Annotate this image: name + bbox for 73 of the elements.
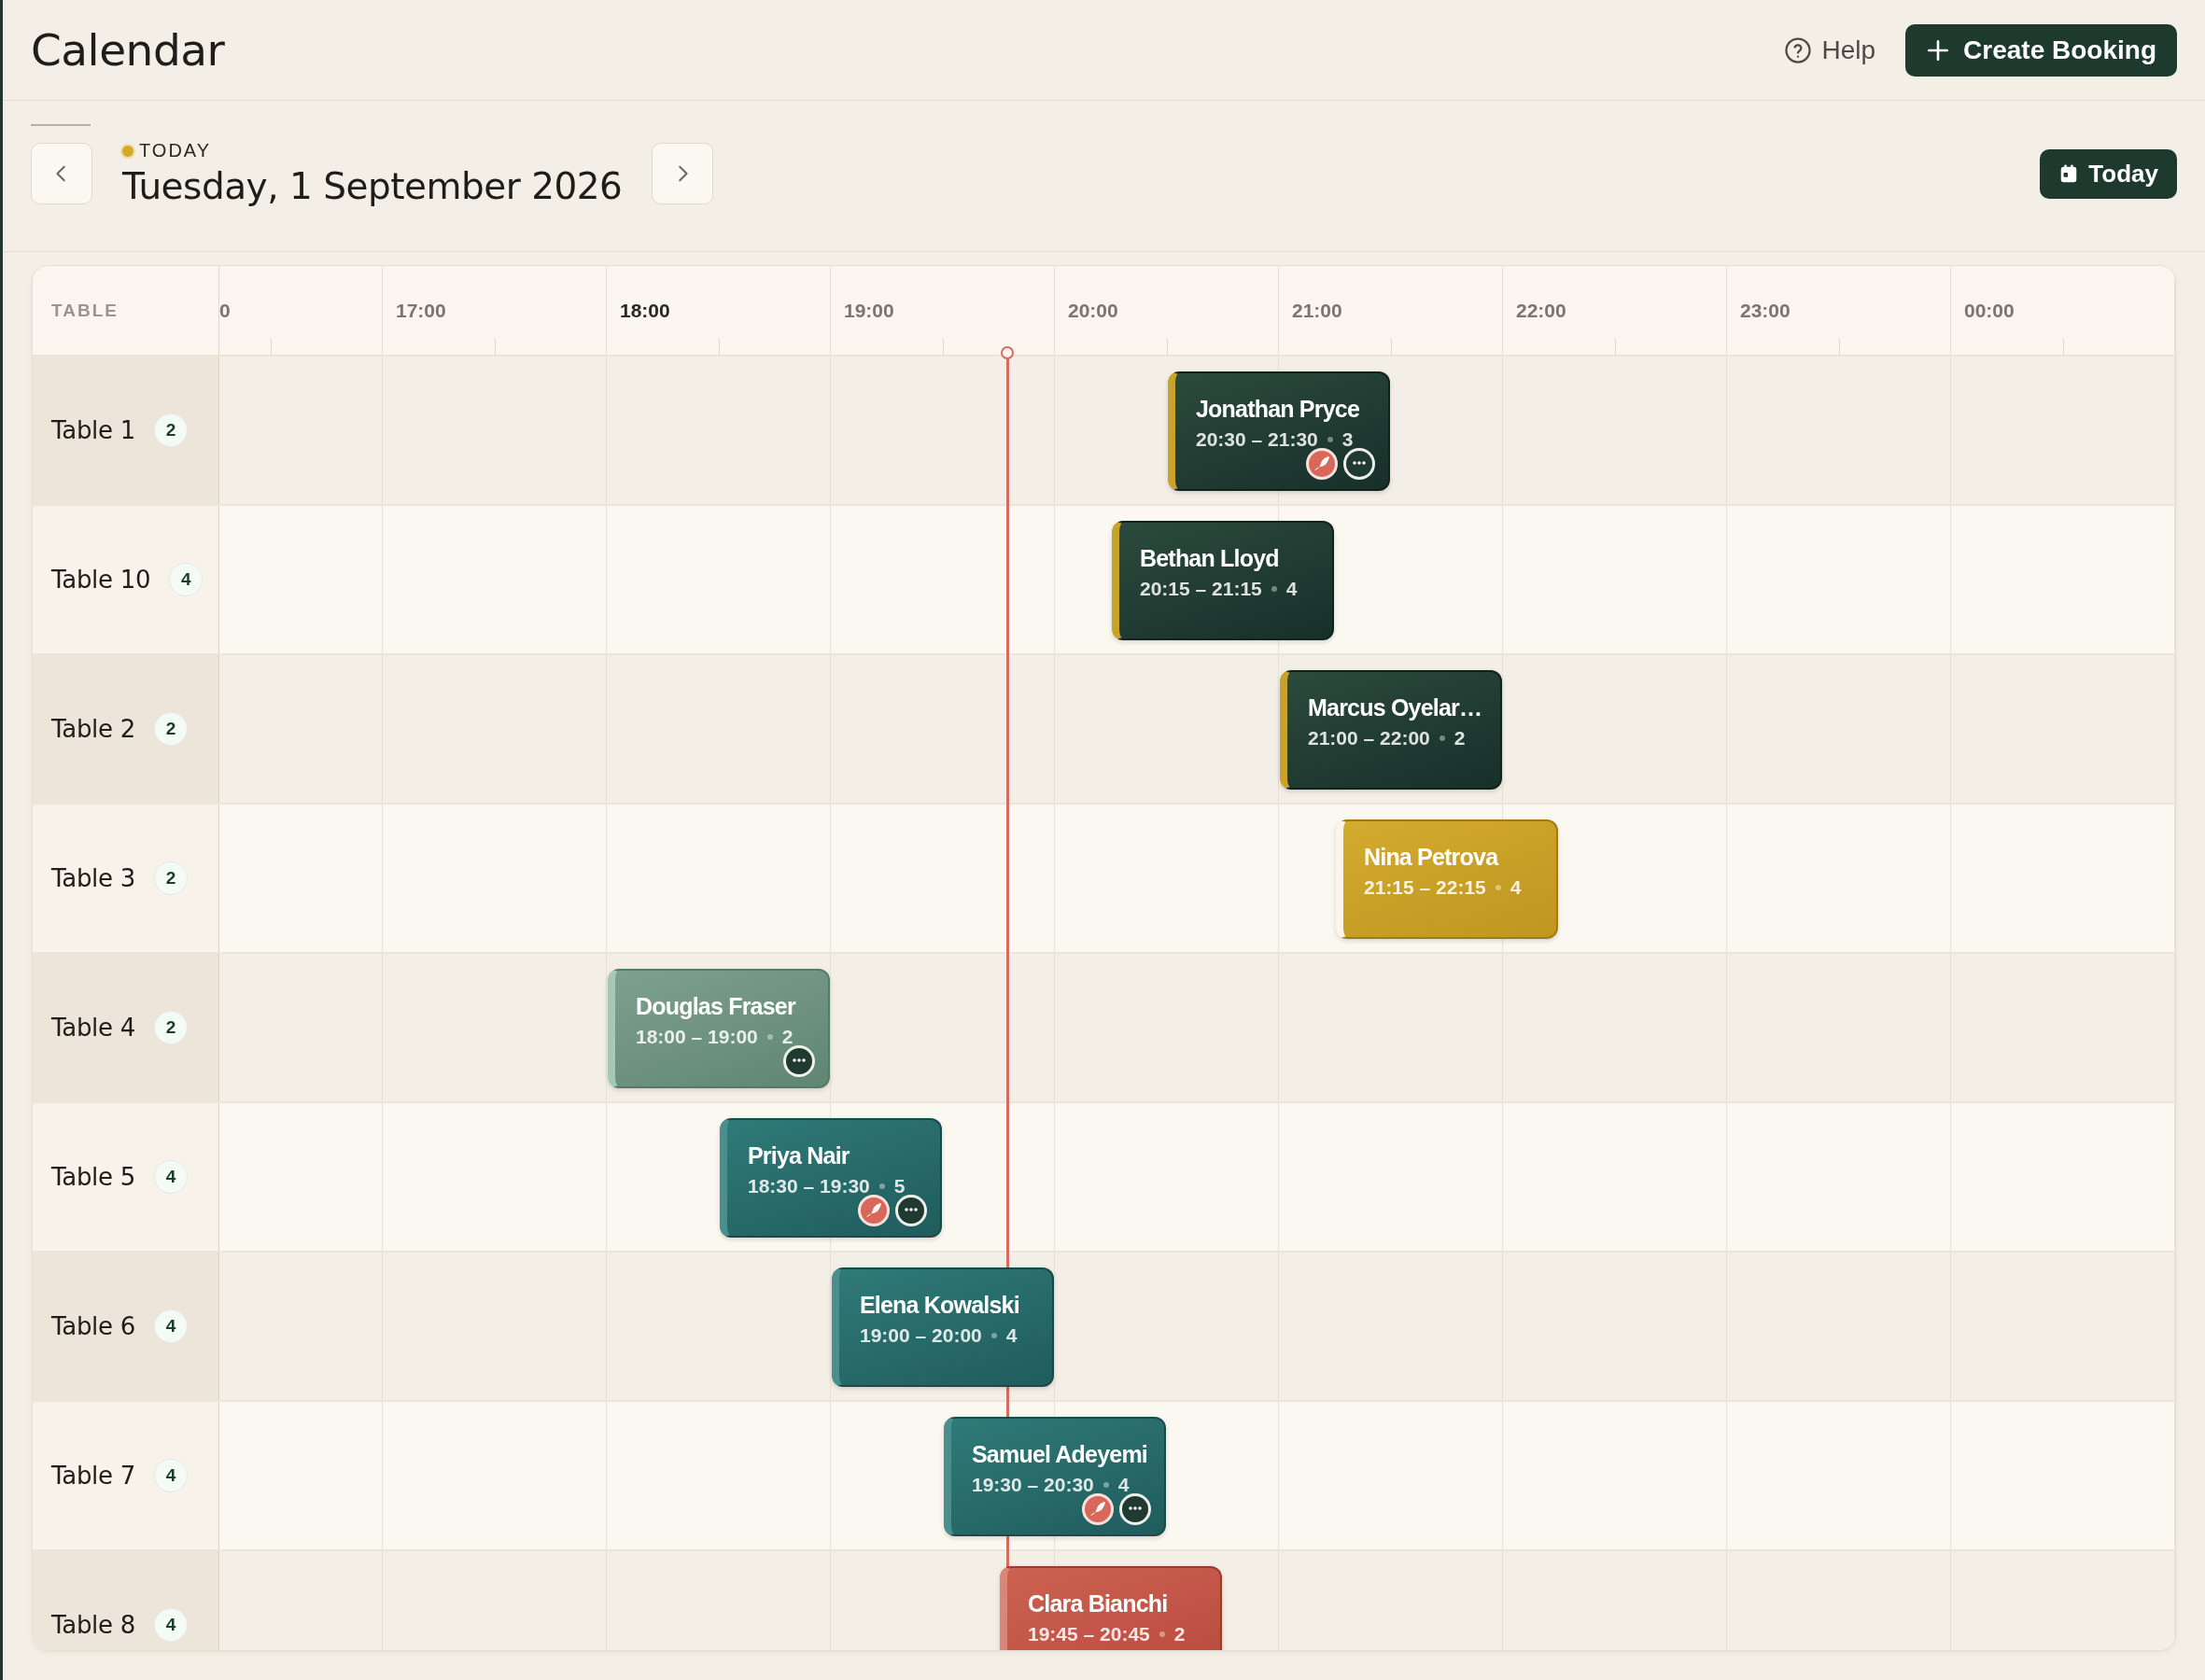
table-name: Table 5 [51,1163,135,1191]
guest-name: Elena Kowalski [860,1292,1019,1319]
booking-time: 19:45 – 20:45 [1028,1623,1150,1645]
table-name: Table 4 [51,1014,135,1042]
booking-time: 18:00 – 19:00 [636,1026,758,1048]
seat-count: 4 [153,1160,188,1194]
table-name: Table 3 [51,864,135,892]
guest-name: Bethan Lloyd [1140,545,1279,572]
guest-name: Jonathan Pryce [1196,396,1359,423]
help-button[interactable]: Help [1778,29,1882,71]
guest-name: Nina Petrova [1364,844,1498,871]
guest-name: Marcus Oyelar… [1308,694,1482,721]
seat-count: 4 [153,1608,188,1642]
booking-time: 19:00 – 20:00 [860,1324,982,1347]
seat-count: 4 [153,1459,188,1492]
seat-count: 2 [153,712,188,746]
seat-count: 4 [169,563,204,596]
party-size: 2 [1454,727,1466,749]
current-date: Tuesday, 1 September 2026 [122,165,623,207]
status-dot [122,145,133,157]
party-size: 4 [1285,578,1298,600]
party-size: 5 [893,1175,906,1197]
create-booking-button[interactable]: Create Booking [1905,23,2177,77]
booking-time: 19:30 – 20:30 [972,1474,1094,1496]
guest-name: Priya Nair [748,1142,850,1169]
booking-time: 20:15 – 21:15 [1140,578,1262,600]
hour-label: 19:00 [844,299,894,322]
booking-time: 20:30 – 21:30 [1196,428,1318,451]
page-title: Calendar [31,24,225,76]
hour-label: 22:00 [1516,299,1566,322]
party-size: 2 [781,1026,794,1048]
seat-count: 2 [153,413,188,447]
hour-label: 17:00 [396,299,446,322]
plus-icon [1926,37,1951,63]
previous-day-button[interactable] [31,143,92,204]
booking-card[interactable]: Clara Bianchi 19:45 – 20:45 2 [1000,1566,1222,1650]
today-button[interactable]: Today [2040,148,2177,199]
seat-count: 4 [153,1309,188,1343]
booking-time: 18:30 – 19:30 [748,1175,870,1197]
guest-name: Douglas Fraser [636,993,795,1020]
party-size: 4 [1117,1474,1130,1496]
next-day-button[interactable] [652,143,714,204]
column-header: TABLE [51,300,119,321]
booking-card[interactable]: Samuel Adeyemi 19:30 – 20:30 4 [944,1417,1166,1536]
party-size: 4 [1005,1324,1018,1347]
seat-count: 2 [153,1011,188,1044]
booking-card[interactable]: Priya Nair 18:30 – 19:30 5 [720,1118,942,1238]
booking-card[interactable]: Marcus Oyelar… 21:00 – 22:00 2 [1280,670,1502,790]
table-name: Table 6 [51,1312,135,1340]
party-size: 4 [1510,876,1522,899]
booking-time: 21:15 – 22:15 [1364,876,1486,899]
booking-card[interactable]: Bethan Lloyd 20:15 – 21:15 4 [1112,521,1334,640]
party-size: 2 [1173,1623,1186,1645]
hour-label: 20:00 [1068,299,1118,322]
table-name: Table 10 [51,566,151,594]
guest-name: Clara Bianchi [1028,1590,1168,1617]
table-name: Table 8 [51,1611,135,1639]
hour-label: 18:00 [620,299,670,322]
booking-time: 21:00 – 22:00 [1308,727,1430,749]
hour-label: 00:00 [1964,299,2015,322]
seat-count: 2 [153,861,188,895]
guest-name: Samuel Adeyemi [972,1441,1147,1468]
party-size: 3 [1341,428,1354,451]
table-name: Table 1 [51,416,135,444]
table-name: Table 2 [51,715,135,743]
hour-label: 21:00 [1292,299,1342,322]
today-label: TODAY [139,140,212,161]
table-name: Table 7 [51,1462,135,1490]
booking-card[interactable]: Jonathan Pryce 20:30 – 21:30 3 [1168,371,1390,491]
hour-label: 23:00 [1740,299,1791,322]
hour-label: 0 [219,299,231,322]
help-icon [1784,35,1813,64]
booking-card[interactable]: Elena Kowalski 19:00 – 20:00 4 [832,1267,1054,1387]
